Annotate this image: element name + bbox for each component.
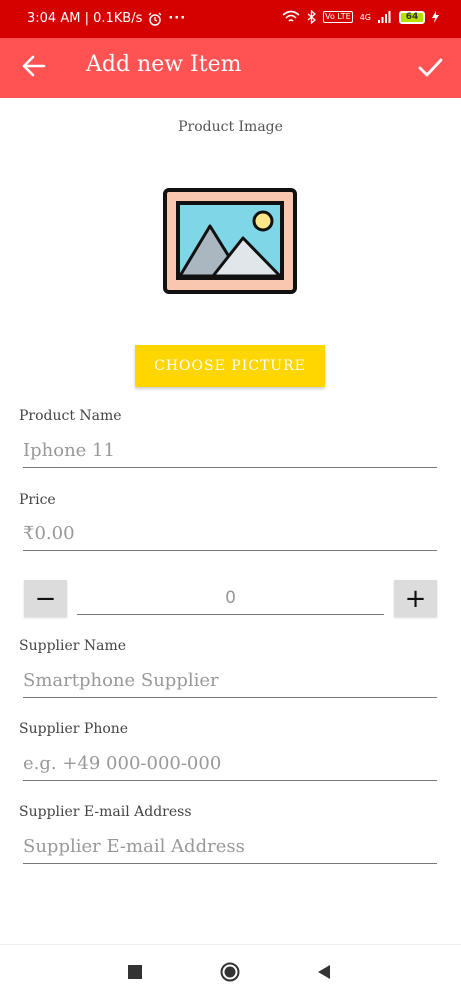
back-triangle-icon[interactable]: [316, 964, 332, 980]
network-type: 4G: [359, 12, 371, 22]
choose-picture-button[interactable]: CHOOSE PICTURE: [135, 345, 325, 387]
check-icon[interactable]: [415, 52, 445, 82]
status-time: 3:04 AM | 0.1KB/s: [27, 11, 143, 26]
more-dots: ···: [168, 11, 187, 26]
product-name-input[interactable]: [23, 434, 437, 468]
supplier-name-label: Supplier Name: [19, 638, 127, 654]
product-name-label: Product Name: [19, 408, 122, 424]
status-bar: 3:04 AM | 0.1KB/s ··· Vo LTE 4G 64: [0, 0, 461, 38]
recents-icon[interactable]: [128, 965, 142, 979]
status-right: Vo LTE 4G 64: [282, 10, 439, 24]
image-placeholder-icon[interactable]: [163, 188, 297, 294]
wifi-icon: [282, 10, 300, 22]
price-input[interactable]: [23, 517, 437, 551]
volte-badge: Vo LTE: [323, 11, 353, 23]
back-arrow-icon[interactable]: [20, 52, 48, 80]
supplier-phone-input[interactable]: [23, 747, 437, 781]
alarm-icon: [148, 12, 162, 26]
quantity-input[interactable]: [77, 582, 384, 615]
charging-icon: [432, 11, 439, 23]
home-icon[interactable]: [220, 962, 240, 982]
page-title: Add new Item: [86, 52, 242, 77]
supplier-phone-label: Supplier Phone: [19, 721, 129, 737]
quantity-decrement-button[interactable]: −: [24, 580, 67, 617]
supplier-name-input[interactable]: [23, 664, 437, 698]
app-bar: Add new Item: [0, 38, 461, 98]
bluetooth-icon: [307, 10, 317, 24]
signal-icon: [378, 11, 391, 23]
battery-icon: 64: [399, 10, 425, 24]
system-nav-bar: [0, 944, 461, 1001]
quantity-increment-button[interactable]: +: [394, 580, 437, 617]
supplier-email-label: Supplier E-mail Address: [19, 804, 192, 820]
supplier-email-input[interactable]: [23, 830, 437, 864]
status-left: 3:04 AM | 0.1KB/s ···: [27, 11, 186, 26]
product-image-label: Product Image: [178, 119, 283, 135]
price-label: Price: [19, 492, 56, 508]
